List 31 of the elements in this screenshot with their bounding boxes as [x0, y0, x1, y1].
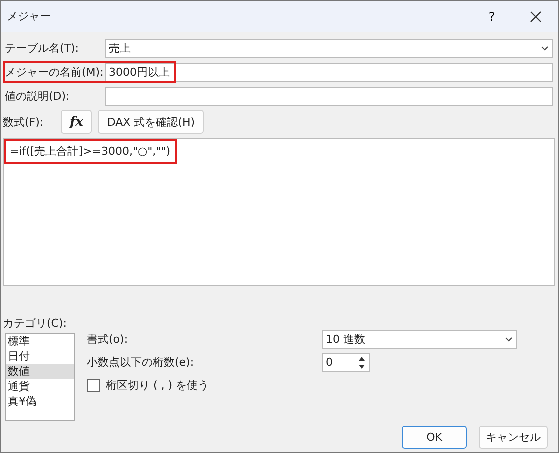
- field-label: テーブル名(T):: [5, 40, 80, 56]
- field-label: 値の説明(D):: [5, 88, 71, 104]
- formula-label: 数式(F):: [3, 114, 45, 130]
- decimals-label: 小数点以下の桁数(e):: [87, 355, 196, 370]
- formula-text: =if([売上合計]>=3000,"○",""): [4, 139, 177, 164]
- decimals-spinner[interactable]: 0: [322, 353, 370, 372]
- window-title: メジャー: [7, 9, 52, 24]
- text-field[interactable]: 3000円以上: [105, 62, 553, 82]
- chevron-icon: [505, 337, 513, 342]
- dax-check-button[interactable]: DAX 式を確認(H): [98, 110, 204, 134]
- category-item[interactable]: 標準: [6, 334, 74, 349]
- checkbox[interactable]: [87, 379, 100, 392]
- dialog-button[interactable]: キャンセル: [479, 426, 548, 449]
- category-item[interactable]: 通貨: [6, 379, 74, 394]
- category-label: カテゴリ(C):: [3, 316, 68, 331]
- category-item[interactable]: 日付: [6, 349, 74, 364]
- format-label: 書式(o):: [87, 332, 130, 347]
- separator-label: 桁区切り ( , ) を使う: [106, 378, 210, 393]
- function-button[interactable]: fx: [61, 110, 92, 134]
- format-dropdown[interactable]: 10 進数: [322, 330, 517, 349]
- category-item[interactable]: 真¥偽: [6, 394, 74, 409]
- help-button[interactable]: ?: [470, 1, 514, 32]
- close-icon: [530, 10, 542, 22]
- table-dropdown[interactable]: 売上: [105, 38, 553, 58]
- dialog-button[interactable]: OK: [402, 426, 467, 449]
- field-label: メジャーの名前(M):: [5, 64, 105, 80]
- category-list[interactable]: 標準 日付 数値 通貨 真¥偽: [5, 333, 75, 421]
- text-field[interactable]: [105, 86, 553, 106]
- formula-editor[interactable]: =if([売上合計]>=3000,"○",""): [3, 138, 555, 286]
- chevron-icon: [541, 46, 549, 50]
- category-item[interactable]: 数値: [6, 364, 74, 379]
